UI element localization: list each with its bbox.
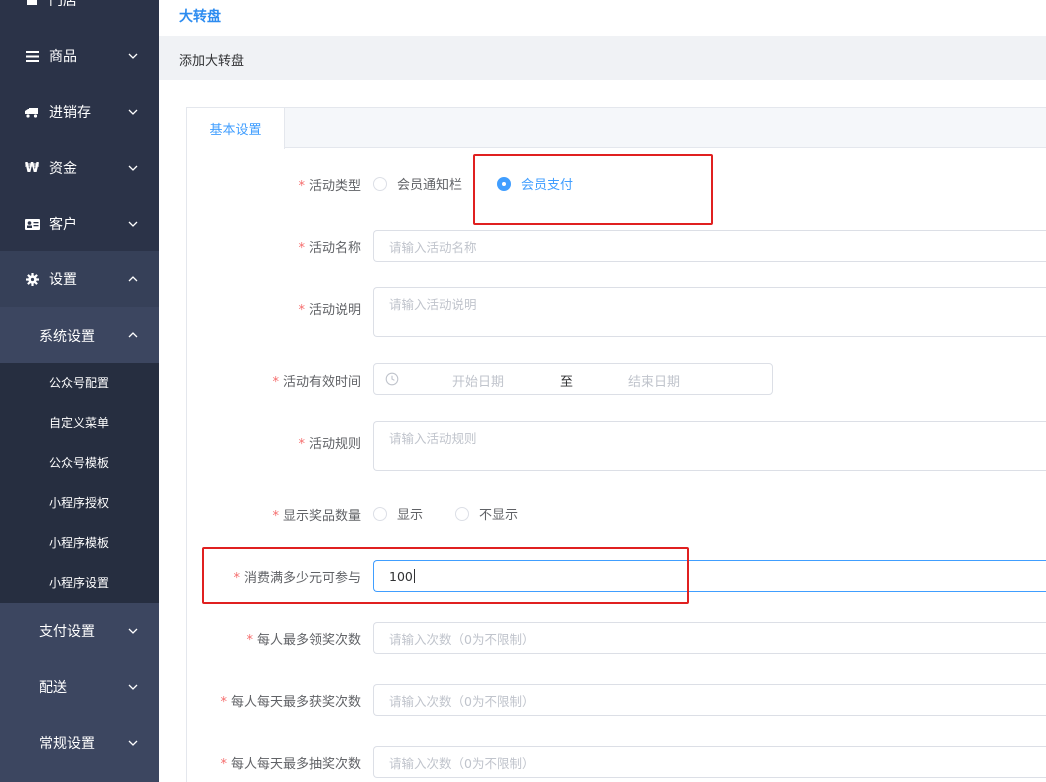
highlight-box-payment xyxy=(473,154,713,225)
clock-icon xyxy=(385,372,399,386)
placeholder: 请输入活动规则 xyxy=(389,431,477,446)
chevron-up-icon xyxy=(128,276,138,282)
sidebar-sub-item-miniprogram-auth[interactable]: 小程序授权 xyxy=(49,494,109,511)
chevron-down-icon xyxy=(128,684,138,690)
chevron-down-icon xyxy=(128,740,138,746)
end-date-input[interactable]: 结束日期 xyxy=(628,371,680,390)
sidebar-item-label: 支付设置 xyxy=(39,624,95,640)
chevron-down-icon xyxy=(128,109,138,115)
store-icon xyxy=(24,0,40,8)
sidebar-sub-item-official-account-template[interactable]: 公众号模板 xyxy=(49,454,109,471)
won-icon: ₩ xyxy=(24,160,40,176)
radio-label: 显示 xyxy=(397,508,424,523)
list-icon xyxy=(24,48,40,64)
sidebar-item-customers[interactable]: 客户 xyxy=(0,196,159,252)
activity-name-label: * 活动名称 xyxy=(298,241,361,256)
sidebar-item-store[interactable]: 门店 xyxy=(0,0,159,28)
max-prizes-per-person-input[interactable]: 请输入次数（0为不限制） xyxy=(373,622,1046,654)
radio-show[interactable]: 显示 xyxy=(373,504,423,523)
chevron-down-icon xyxy=(128,53,138,59)
sidebar-item-label: 配送 xyxy=(39,680,67,696)
sidebar-item-label: 商品 xyxy=(49,49,77,65)
sidebar-sub-list: 公众号配置 自定义菜单 公众号模板 小程序授权 小程序模板 小程序设置 xyxy=(0,363,159,603)
sidebar-item-general-settings[interactable]: 常规设置 xyxy=(0,715,159,771)
chevron-down-icon xyxy=(128,628,138,634)
start-date-input[interactable]: 开始日期 xyxy=(452,371,504,390)
placeholder: 请输入次数（0为不限制） xyxy=(389,755,535,771)
sidebar-item-label: 资金 xyxy=(49,161,77,177)
radio-circle xyxy=(373,506,387,521)
sidebar-item-label: 设置 xyxy=(49,272,77,288)
activity-rules-textarea[interactable]: 请输入活动规则 xyxy=(373,421,1046,471)
gear-icon xyxy=(24,271,40,287)
activity-type-label: * 活动类型 xyxy=(298,179,361,194)
sidebar-sub-item-miniprogram-template[interactable]: 小程序模板 xyxy=(49,534,109,551)
activity-rules-label: * 活动规则 xyxy=(298,437,361,452)
breadcrumb-current: 添加大转盘 xyxy=(179,54,245,69)
sidebar-item-inventory[interactable]: 进销存 xyxy=(0,84,159,140)
page-title: 大转盘 xyxy=(179,9,221,25)
daily-max-draws-input[interactable]: 请输入次数（0为不限制） xyxy=(373,746,1046,778)
sidebar-sub-item-custom-menu[interactable]: 自定义菜单 xyxy=(49,414,109,431)
radio-label: 会员通知栏 xyxy=(397,178,463,193)
breadcrumb: 添加大转盘 xyxy=(159,36,1046,80)
placeholder: 请输入活动说明 xyxy=(389,297,477,312)
radio-circle xyxy=(373,176,387,191)
sidebar-item-label: 常规设置 xyxy=(39,736,95,752)
activity-desc-textarea[interactable]: 请输入活动说明 xyxy=(373,287,1046,337)
sidebar-item-payment-settings[interactable]: 支付设置 xyxy=(0,603,159,659)
sidebar-group-system-settings[interactable]: 系统设置 xyxy=(0,307,159,363)
sidebar-group-label: 系统设置 xyxy=(39,329,95,345)
placeholder: 请输入次数（0为不限制） xyxy=(389,693,535,709)
sidebar-item-settings[interactable]: 设置 xyxy=(0,251,159,307)
sidebar-item-label: 门店 xyxy=(49,0,77,9)
highlight-box-min-spend xyxy=(202,547,689,604)
tab-basic-settings[interactable]: 基本设置 xyxy=(187,108,285,149)
show-prize-count-label: * 显示奖品数量 xyxy=(272,509,361,524)
sidebar-sub-item-official-account-config[interactable]: 公众号配置 xyxy=(49,374,109,391)
radio-member-notice[interactable]: 会员通知栏 xyxy=(373,174,462,193)
sidebar-sub-item-miniprogram-settings[interactable]: 小程序设置 xyxy=(49,574,109,591)
max-prizes-per-person-label: * 每人最多领奖次数 xyxy=(246,633,361,648)
activity-desc-label: * 活动说明 xyxy=(298,303,361,318)
chevron-down-icon xyxy=(128,165,138,171)
radio-circle xyxy=(455,506,469,521)
truck-icon xyxy=(24,104,40,120)
activity-time-label: * 活动有效时间 xyxy=(272,375,361,390)
daily-max-draws-label: * 每人每天最多抽奖次数 xyxy=(220,757,361,772)
sidebar-item-label: 进销存 xyxy=(49,105,91,121)
chevron-down-icon xyxy=(128,221,138,227)
sidebar-item-label: 客户 xyxy=(49,217,77,233)
activity-date-range-picker[interactable]: 开始日期 至 结束日期 xyxy=(373,363,773,395)
sidebar-item-finance[interactable]: ₩ 资金 xyxy=(0,140,159,196)
daily-max-wins-input[interactable]: 请输入次数（0为不限制） xyxy=(373,684,1046,716)
placeholder: 请输入次数（0为不限制） xyxy=(389,631,535,647)
date-separator: 至 xyxy=(560,375,574,390)
radio-hide[interactable]: 不显示 xyxy=(455,504,518,523)
radio-label: 不显示 xyxy=(479,508,519,523)
sidebar-lower-group: 支付设置 配送 常规设置 xyxy=(0,603,159,782)
tab-bar: 基本设置 xyxy=(187,108,1046,149)
activity-name-input[interactable]: 请输入活动名称 xyxy=(373,230,1046,262)
sidebar: 门店 商品 进销存 ₩ 资金 客户 设置 系统设置 公众号配置 自定义菜单 公众… xyxy=(0,0,159,782)
sidebar-item-products[interactable]: 商品 xyxy=(0,28,159,84)
chevron-up-icon xyxy=(128,332,138,338)
daily-max-wins-label: * 每人每天最多获奖次数 xyxy=(220,695,361,710)
placeholder: 请输入活动名称 xyxy=(389,239,477,255)
id-card-icon xyxy=(24,216,40,232)
sidebar-item-delivery[interactable]: 配送 xyxy=(0,659,159,715)
